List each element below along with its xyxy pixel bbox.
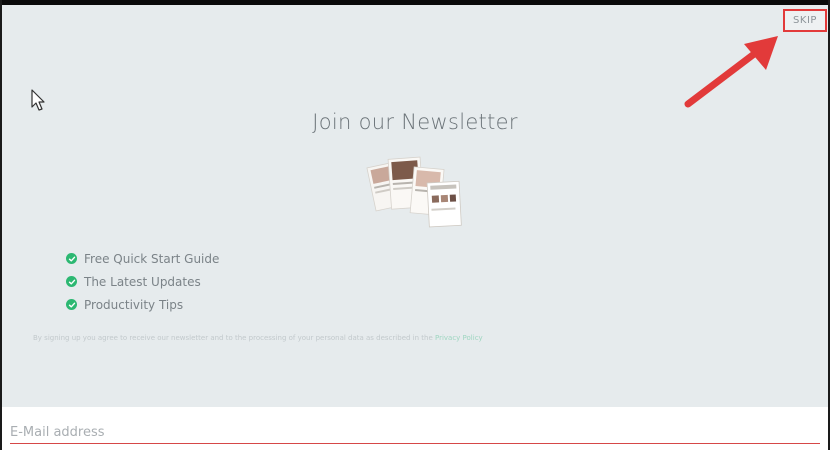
check-circle-icon — [66, 299, 77, 310]
feature-list: Free Quick Start Guide The Latest Update… — [66, 247, 219, 316]
newsletter-title: Join our Newsletter — [312, 110, 518, 134]
skip-label: SKIP — [793, 15, 817, 26]
email-section — [2, 407, 828, 450]
feature-item: Free Quick Start Guide — [66, 247, 219, 270]
feature-label: Free Quick Start Guide — [84, 251, 220, 266]
feature-item: The Latest Updates — [66, 270, 219, 293]
check-circle-icon — [66, 276, 77, 287]
red-arrow-annotation-icon — [684, 36, 778, 108]
fine-print-text: By signing up you agree to receive our n… — [33, 334, 435, 342]
email-input[interactable] — [10, 421, 820, 444]
privacy-fine-print: By signing up you agree to receive our n… — [33, 333, 693, 343]
feature-label: The Latest Updates — [84, 274, 201, 289]
feature-label: Productivity Tips — [84, 297, 184, 312]
newsletter-illustration-icon — [366, 156, 462, 228]
feature-item: Productivity Tips — [66, 293, 219, 316]
privacy-policy-link[interactable]: Privacy Policy — [435, 334, 483, 342]
check-circle-icon — [66, 253, 77, 264]
